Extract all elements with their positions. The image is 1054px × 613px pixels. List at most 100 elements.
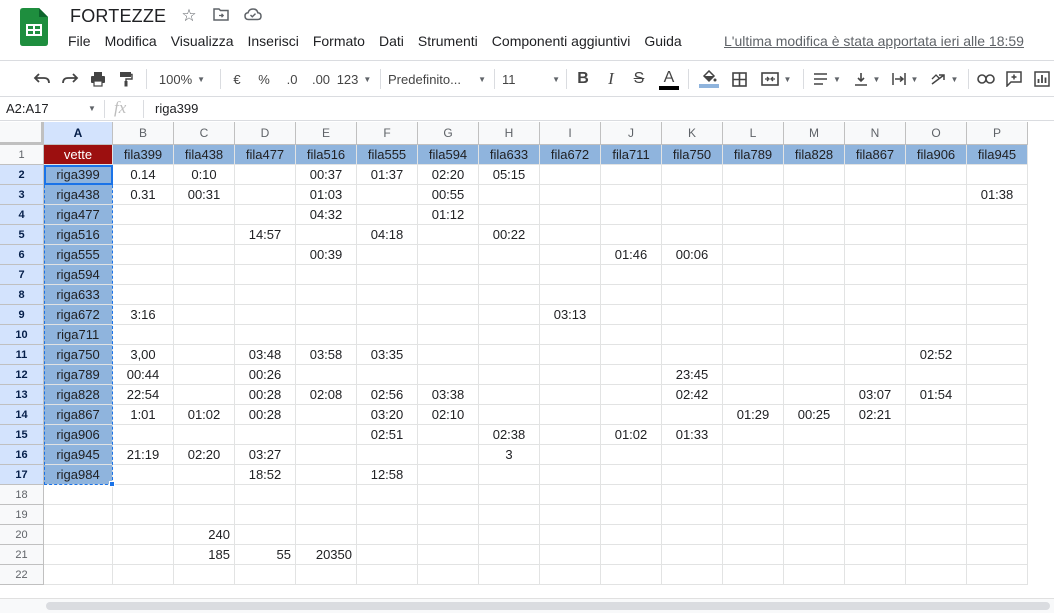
vertical-align-icon[interactable]: ▼ bbox=[850, 67, 884, 91]
cell-n21[interactable] bbox=[845, 545, 906, 565]
cell-d20[interactable] bbox=[235, 525, 296, 545]
cell-m8[interactable] bbox=[784, 285, 845, 305]
cell-h20[interactable] bbox=[479, 525, 540, 545]
cell-m18[interactable] bbox=[784, 485, 845, 505]
cell-d3[interactable] bbox=[235, 185, 296, 205]
cell-i17[interactable] bbox=[540, 465, 601, 485]
cell-l14[interactable]: 01:29 bbox=[723, 405, 784, 425]
cell-b5[interactable] bbox=[113, 225, 174, 245]
column-header-g[interactable]: G bbox=[418, 122, 479, 145]
cell-m10[interactable] bbox=[784, 325, 845, 345]
cell-g6[interactable] bbox=[418, 245, 479, 265]
cell-b3[interactable]: 0.31 bbox=[113, 185, 174, 205]
cell-h1[interactable]: fila633 bbox=[479, 145, 540, 165]
cell-i19[interactable] bbox=[540, 505, 601, 525]
cell-a8[interactable]: riga633 bbox=[44, 285, 113, 305]
cell-k5[interactable] bbox=[662, 225, 723, 245]
cell-c13[interactable] bbox=[174, 385, 235, 405]
cell-a19[interactable] bbox=[44, 505, 113, 525]
cell-p4[interactable] bbox=[967, 205, 1028, 225]
cell-b19[interactable] bbox=[113, 505, 174, 525]
cell-i8[interactable] bbox=[540, 285, 601, 305]
cell-g20[interactable] bbox=[418, 525, 479, 545]
cell-b7[interactable] bbox=[113, 265, 174, 285]
column-header-a[interactable]: A bbox=[44, 122, 113, 145]
row-header-22[interactable]: 22 bbox=[0, 565, 44, 585]
cell-n2[interactable] bbox=[845, 165, 906, 185]
column-header-o[interactable]: O bbox=[906, 122, 967, 145]
cell-m16[interactable] bbox=[784, 445, 845, 465]
cell-m3[interactable] bbox=[784, 185, 845, 205]
cell-d5[interactable]: 14:57 bbox=[235, 225, 296, 245]
cell-l6[interactable] bbox=[723, 245, 784, 265]
cell-e8[interactable] bbox=[296, 285, 357, 305]
horizontal-align-icon[interactable]: ▼ bbox=[810, 67, 844, 91]
cell-k8[interactable] bbox=[662, 285, 723, 305]
cell-e9[interactable] bbox=[296, 305, 357, 325]
text-color-button[interactable]: A bbox=[656, 67, 682, 91]
cell-a16[interactable]: riga945 bbox=[44, 445, 113, 465]
cell-d21[interactable]: 55 bbox=[235, 545, 296, 565]
row-header-16[interactable]: 16 bbox=[0, 445, 44, 465]
cell-p22[interactable] bbox=[967, 565, 1028, 585]
cell-p14[interactable] bbox=[967, 405, 1028, 425]
cell-h21[interactable] bbox=[479, 545, 540, 565]
cell-k21[interactable] bbox=[662, 545, 723, 565]
cell-l9[interactable] bbox=[723, 305, 784, 325]
cell-p13[interactable] bbox=[967, 385, 1028, 405]
cell-l12[interactable] bbox=[723, 365, 784, 385]
cell-o7[interactable] bbox=[906, 265, 967, 285]
cell-i2[interactable] bbox=[540, 165, 601, 185]
cell-i12[interactable] bbox=[540, 365, 601, 385]
cell-m20[interactable] bbox=[784, 525, 845, 545]
cell-h6[interactable] bbox=[479, 245, 540, 265]
cell-c9[interactable] bbox=[174, 305, 235, 325]
cell-i14[interactable] bbox=[540, 405, 601, 425]
cell-d12[interactable]: 00:26 bbox=[235, 365, 296, 385]
cell-c7[interactable] bbox=[174, 265, 235, 285]
cell-f1[interactable]: fila555 bbox=[357, 145, 418, 165]
cell-n9[interactable] bbox=[845, 305, 906, 325]
row-header-1[interactable]: 1 bbox=[0, 145, 44, 165]
cell-p16[interactable] bbox=[967, 445, 1028, 465]
cell-m21[interactable] bbox=[784, 545, 845, 565]
cell-j2[interactable] bbox=[601, 165, 662, 185]
cell-c6[interactable] bbox=[174, 245, 235, 265]
cell-i1[interactable]: fila672 bbox=[540, 145, 601, 165]
cell-j9[interactable] bbox=[601, 305, 662, 325]
cell-d8[interactable] bbox=[235, 285, 296, 305]
column-header-e[interactable]: E bbox=[296, 122, 357, 145]
cell-c1[interactable]: fila438 bbox=[174, 145, 235, 165]
cell-h8[interactable] bbox=[479, 285, 540, 305]
menu-strumenti[interactable]: Strumenti bbox=[418, 33, 485, 49]
cell-f19[interactable] bbox=[357, 505, 418, 525]
cell-j12[interactable] bbox=[601, 365, 662, 385]
more-formats-button[interactable]: 123 ▼ bbox=[336, 67, 372, 91]
cell-b22[interactable] bbox=[113, 565, 174, 585]
column-header-i[interactable]: I bbox=[540, 122, 601, 145]
percent-format-button[interactable]: % bbox=[253, 67, 275, 91]
cell-c8[interactable] bbox=[174, 285, 235, 305]
cell-a22[interactable] bbox=[44, 565, 113, 585]
cell-b8[interactable] bbox=[113, 285, 174, 305]
cell-c3[interactable]: 00:31 bbox=[174, 185, 235, 205]
cell-h13[interactable] bbox=[479, 385, 540, 405]
cell-g4[interactable]: 01:12 bbox=[418, 205, 479, 225]
cell-e5[interactable] bbox=[296, 225, 357, 245]
cell-p18[interactable] bbox=[967, 485, 1028, 505]
cell-o21[interactable] bbox=[906, 545, 967, 565]
menu-file[interactable]: File bbox=[68, 33, 98, 49]
cell-h2[interactable]: 05:15 bbox=[479, 165, 540, 185]
cell-e18[interactable] bbox=[296, 485, 357, 505]
menu-dati[interactable]: Dati bbox=[379, 33, 411, 49]
insert-chart-icon[interactable] bbox=[1030, 67, 1054, 91]
cell-g12[interactable] bbox=[418, 365, 479, 385]
cell-o3[interactable] bbox=[906, 185, 967, 205]
insert-comment-icon[interactable] bbox=[1002, 67, 1026, 91]
cell-e19[interactable] bbox=[296, 505, 357, 525]
cell-b10[interactable] bbox=[113, 325, 174, 345]
cell-p2[interactable] bbox=[967, 165, 1028, 185]
cell-c15[interactable] bbox=[174, 425, 235, 445]
cell-j20[interactable] bbox=[601, 525, 662, 545]
cell-p10[interactable] bbox=[967, 325, 1028, 345]
